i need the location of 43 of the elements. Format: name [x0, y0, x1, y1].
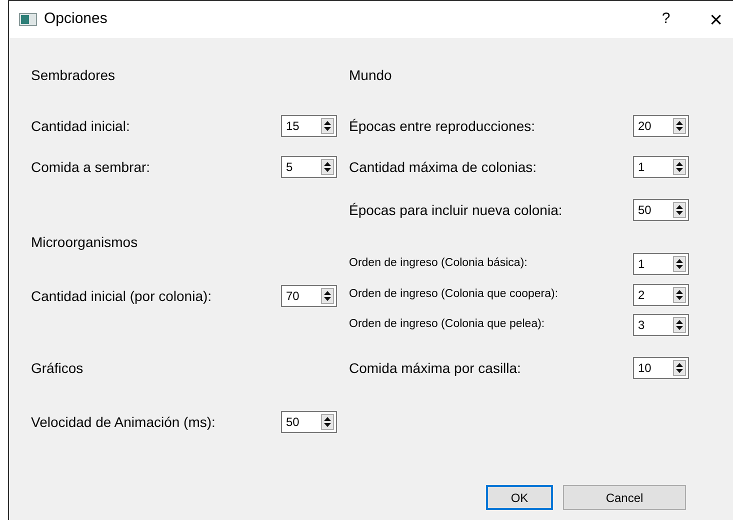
spin-arrows-icon[interactable]: [673, 317, 686, 333]
spin-box[interactable]: 5: [281, 156, 337, 178]
field-label: Comida máxima por casilla:: [349, 358, 521, 378]
field-label: Comida a sembrar:: [31, 158, 150, 176]
field-label: Velocidad de Animación (ms):: [31, 412, 216, 432]
spin-arrows-icon[interactable]: [673, 118, 686, 134]
spin-arrows-icon[interactable]: [673, 159, 686, 175]
field-label: Épocas entre reproducciones:: [349, 116, 535, 136]
section-heading: Gráficos: [31, 358, 84, 378]
dialog-button[interactable]: Cancel: [563, 485, 686, 510]
spin-box[interactable]: 50: [281, 411, 337, 433]
spin-arrows-icon[interactable]: [673, 256, 686, 272]
field-label: Cantidad inicial (por colonia):: [31, 286, 212, 306]
spin-arrows-icon[interactable]: [321, 414, 334, 430]
spin-arrows-icon[interactable]: [673, 360, 686, 376]
spin-box[interactable]: 70: [281, 285, 337, 307]
field-label: Orden de ingreso (Colonia que coopera):: [349, 287, 558, 302]
spin-box[interactable]: 3: [633, 314, 689, 336]
spin-arrows-icon[interactable]: [321, 118, 334, 134]
section-heading: Sembradores: [31, 66, 116, 84]
spin-box[interactable]: 1: [633, 253, 689, 275]
window-title: Opciones: [44, 9, 108, 30]
spin-box[interactable]: 20: [633, 115, 689, 137]
spin-arrows-icon[interactable]: [673, 202, 686, 218]
spin-box[interactable]: 15: [281, 115, 337, 137]
close-button[interactable]: ×: [701, 8, 731, 30]
spin-box[interactable]: 50: [633, 199, 689, 221]
field-label: Orden de ingreso (Colonia que pelea):: [349, 317, 545, 332]
help-button[interactable]: ?: [651, 8, 681, 31]
spin-arrows-icon[interactable]: [321, 159, 334, 175]
spin-arrows-icon[interactable]: [673, 287, 686, 303]
spin-box[interactable]: 10: [633, 357, 689, 379]
window-app-icon: [19, 13, 37, 26]
spin-box[interactable]: 1: [633, 156, 689, 178]
spin-box[interactable]: 2: [633, 284, 689, 306]
section-heading: Microorganismos: [31, 232, 138, 252]
section-heading: Mundo: [349, 66, 392, 84]
spin-arrows-icon[interactable]: [321, 288, 334, 304]
field-label: Cantidad máxima de colonias:: [349, 158, 537, 176]
field-label: Épocas para incluir nueva colonia:: [349, 200, 562, 220]
field-label: Orden de ingreso (Colonia básica):: [349, 256, 528, 272]
field-label: Cantidad inicial:: [31, 116, 130, 136]
dialog-button[interactable]: OK: [486, 485, 553, 510]
